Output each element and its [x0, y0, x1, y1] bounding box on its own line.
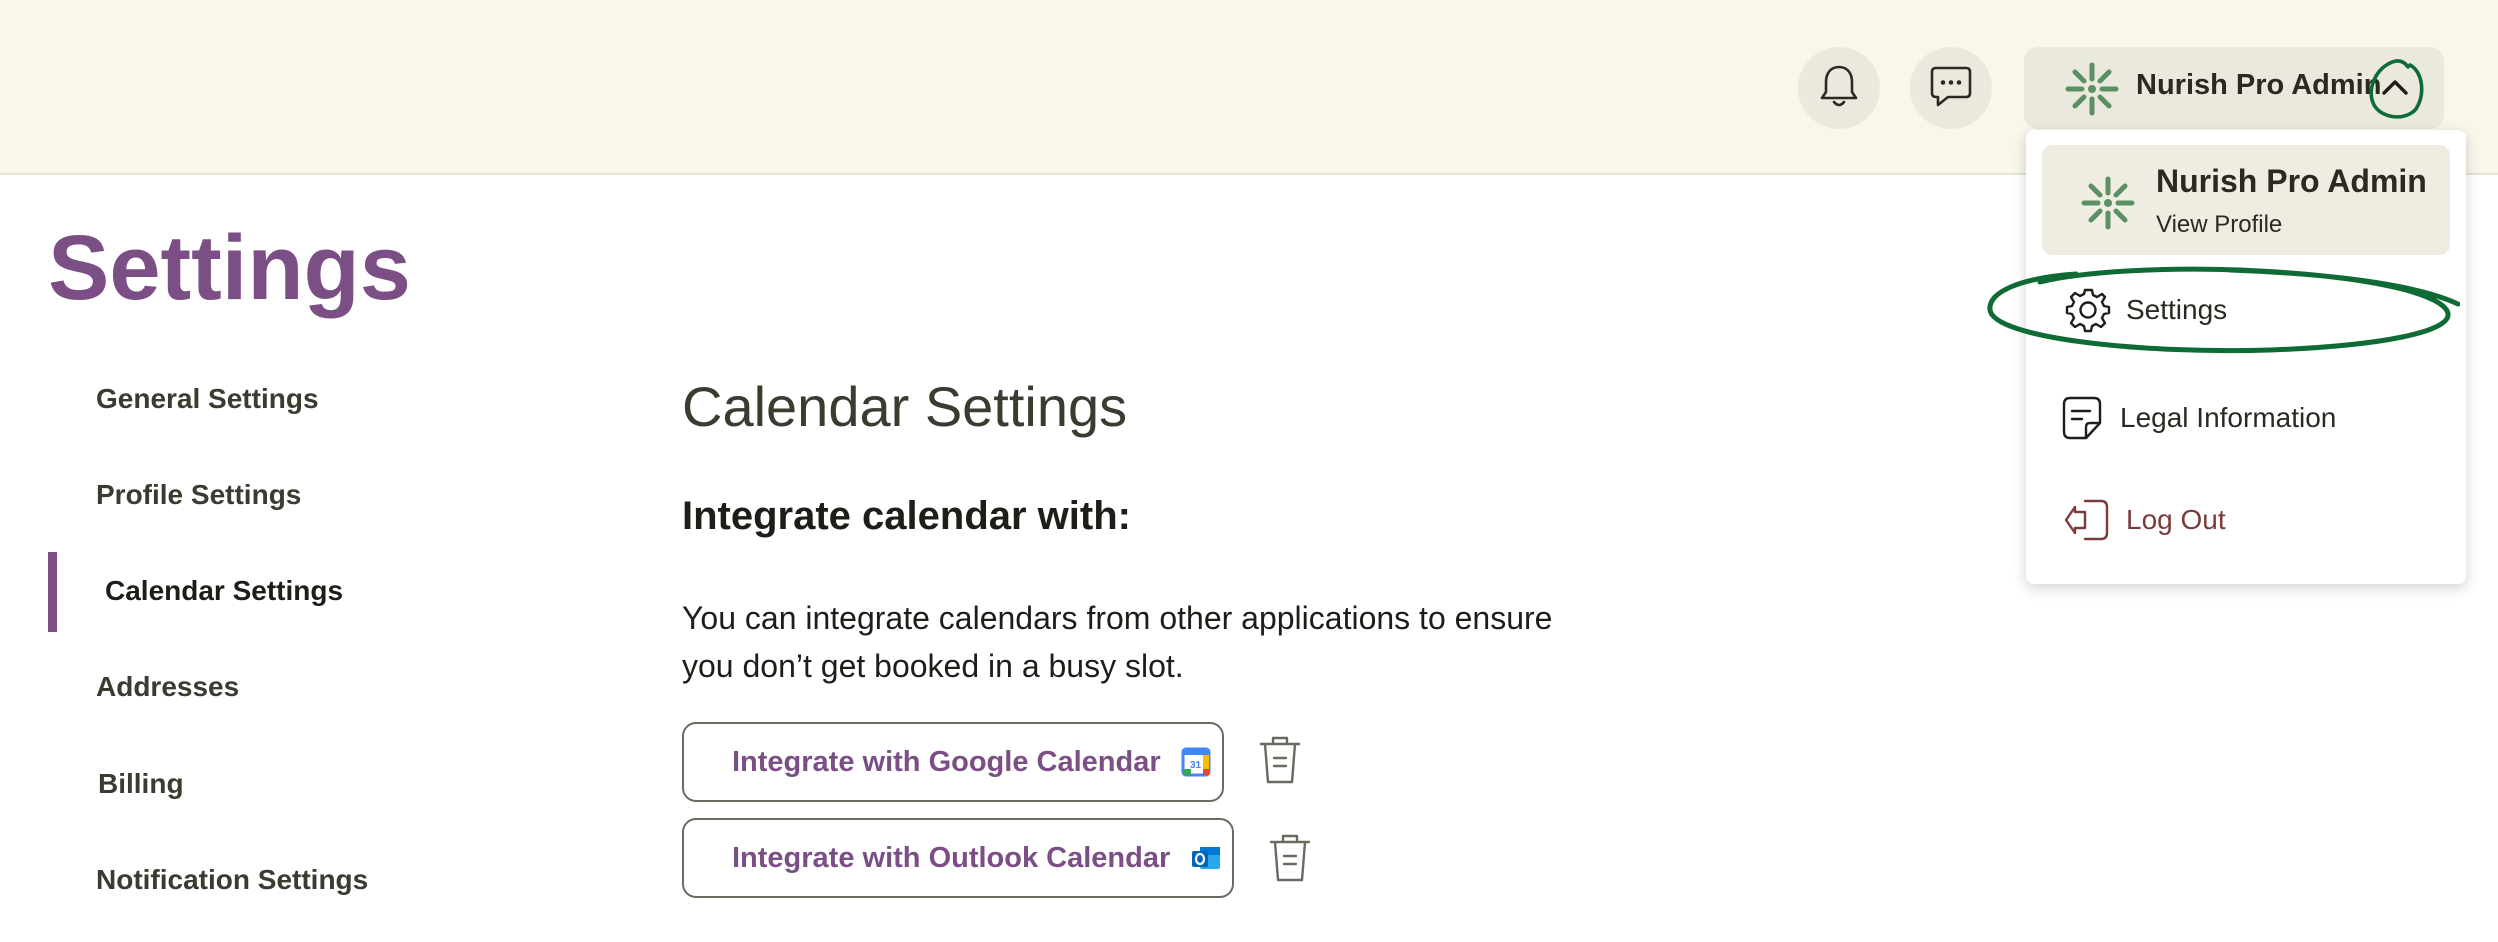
menu-item-label: Log Out — [2126, 504, 2226, 535]
outlook-icon — [1190, 843, 1222, 873]
messages-button[interactable] — [1910, 47, 1992, 129]
active-indicator — [48, 552, 57, 632]
chevron-up-icon[interactable] — [2360, 53, 2430, 123]
sidebar-item-notification-settings[interactable]: Notification Settings — [96, 864, 368, 896]
sidebar-item-billing[interactable]: Billing — [98, 768, 184, 800]
notifications-button[interactable] — [1798, 47, 1880, 129]
integrate-google-calendar-button[interactable]: Integrate with Google Calendar 31 — [682, 722, 1224, 802]
profile-menu-button[interactable]: Nurish Pro Admin — [2024, 47, 2444, 129]
menu-item-legal-information[interactable]: Legal Information — [2056, 390, 2336, 446]
profile-dropdown-menu: Nurish Pro Admin View Profile Settings L… — [2026, 130, 2466, 584]
sidebar-item-profile-settings[interactable]: Profile Settings — [96, 479, 301, 511]
sidebar-item-general-settings[interactable]: General Settings — [96, 383, 319, 415]
section-title: Calendar Settings — [682, 375, 1128, 438]
svg-text:31: 31 — [1190, 760, 1202, 771]
dropdown-profile-name: Nurish Pro Admin — [2156, 163, 2427, 199]
google-calendar-icon: 31 — [1181, 747, 1211, 777]
sidebar-item-addresses[interactable]: Addresses — [96, 671, 239, 703]
dropdown-profile-card[interactable]: Nurish Pro Admin View Profile — [2042, 145, 2450, 255]
integration-description: You can integrate calendars from other a… — [682, 600, 1553, 684]
sidebar-item-calendar-settings[interactable]: Calendar Settings — [105, 575, 343, 607]
button-label: Integrate with Outlook Calendar — [732, 841, 1171, 874]
nurish-logo-icon — [2064, 61, 2120, 122]
chat-bubble-icon — [1928, 63, 1974, 114]
view-profile-link[interactable]: View Profile — [2156, 211, 2282, 239]
button-label: Integrate with Google Calendar — [732, 745, 1161, 778]
page-title: Settings — [48, 217, 411, 319]
menu-item-log-out[interactable]: Log Out — [2062, 492, 2226, 548]
menu-item-label: Settings — [2126, 294, 2228, 325]
gear-icon — [2062, 284, 2114, 336]
trash-icon[interactable] — [1268, 832, 1312, 884]
bell-icon — [1819, 63, 1859, 114]
logout-icon — [2062, 494, 2114, 546]
integrate-heading: Integrate calendar with: — [682, 494, 1131, 538]
trash-icon[interactable] — [1258, 734, 1302, 786]
menu-item-label: Legal Information — [2120, 402, 2337, 433]
profile-name: Nurish Pro Admin — [2136, 69, 2382, 101]
nurish-logo-icon — [2080, 175, 2136, 236]
integrate-outlook-calendar-button[interactable]: Integrate with Outlook Calendar — [682, 818, 1234, 898]
menu-item-settings[interactable]: Settings — [2062, 282, 2227, 338]
document-icon — [2056, 392, 2108, 444]
